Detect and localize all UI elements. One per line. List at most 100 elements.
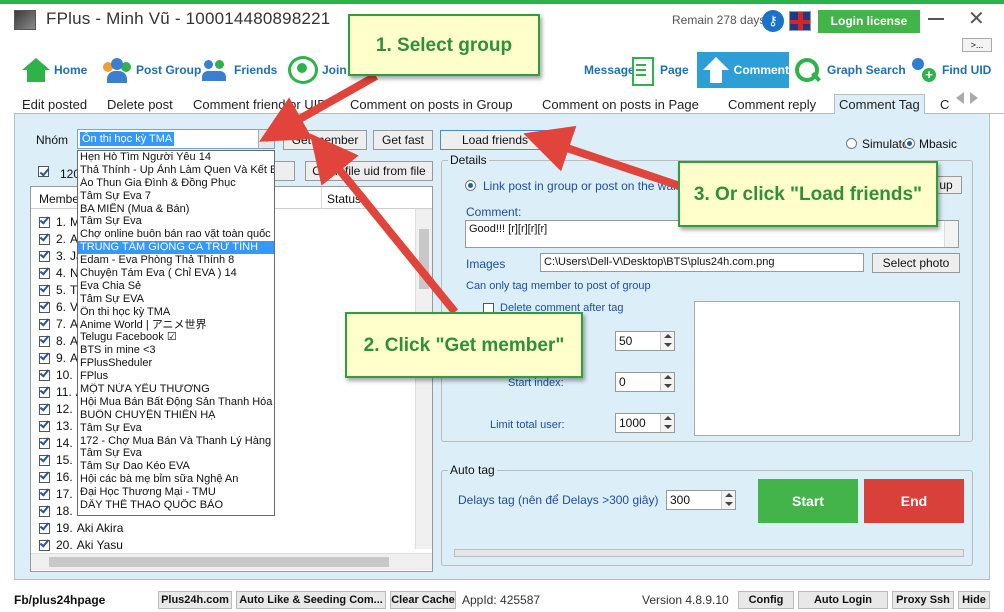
member-checkbox[interactable]: [39, 472, 50, 484]
tab-comment-friend[interactable]: Comment friend or UID: [193, 97, 345, 112]
config-button[interactable]: Config: [738, 591, 794, 609]
dropdown-option[interactable]: Hẹn Hò Tìm Người Yêu 14: [78, 151, 274, 164]
nav-comment[interactable]: Comment: [697, 52, 789, 88]
tab-delete-post[interactable]: Delete post: [107, 97, 173, 112]
member-checkbox[interactable]: [39, 319, 50, 331]
dropdown-option[interactable]: Tâm Sự EVA: [78, 293, 274, 306]
tab-right-icon[interactable]: [970, 92, 978, 104]
member-checkbox[interactable]: [39, 387, 50, 399]
tab-comment-page[interactable]: Comment on posts in Page: [542, 97, 699, 112]
stepper-arrows-icon[interactable]: [660, 332, 674, 350]
plus24h-button[interactable]: Plus24h.com: [158, 591, 232, 609]
login-license-button[interactable]: Login license: [818, 10, 920, 33]
dropdown-option[interactable]: Tâm Sự Eva: [78, 447, 274, 460]
end-button[interactable]: End: [864, 479, 964, 523]
dropdown-option[interactable]: Tâm Sự Eva: [78, 422, 274, 435]
fb-page-link[interactable]: Fb/plus24hpage: [14, 593, 105, 607]
count-stepper[interactable]: 50: [615, 331, 675, 351]
minimize-icon[interactable]: [928, 18, 944, 20]
auto-login-button[interactable]: Auto Login: [798, 591, 888, 609]
stepper-arrows-icon[interactable]: [660, 373, 674, 391]
load-friends-button[interactable]: Load friends: [440, 130, 550, 150]
limit-total-stepper[interactable]: 1000: [615, 413, 675, 433]
tab-scroll-arrows[interactable]: [956, 92, 990, 106]
comment-scrollbar[interactable]: [944, 221, 958, 247]
close-icon[interactable]: ✕: [968, 6, 985, 31]
select-photo-button[interactable]: Select photo: [872, 253, 960, 273]
group-select[interactable]: Ôn thi học kỳ TMA: [77, 129, 275, 149]
dropdown-option[interactable]: BA MIỀN (Mua & Bán): [78, 203, 274, 216]
delays-stepper[interactable]: 300: [666, 490, 736, 510]
member-vscroll[interactable]: [415, 209, 432, 549]
start-index-stepper[interactable]: 0: [615, 372, 675, 392]
member-checkbox[interactable]: [39, 404, 50, 416]
nav-message[interactable]: Message: [550, 52, 635, 88]
dropdown-option[interactable]: Thả Thính - Up Ảnh Làm Quen Và Kết Bạn: [78, 164, 274, 177]
nav-friends[interactable]: Friends: [200, 52, 277, 88]
dropdown-option[interactable]: Chợ online buôn bán rao vặt toàn quốc ♥: [78, 228, 274, 241]
member-checkbox[interactable]: [39, 285, 50, 297]
dropdown-option[interactable]: Hội Mua Bán Bất Động Sản Thanh Hóa: [78, 396, 274, 409]
tab-comment-tag[interactable]: Comment Tag: [834, 94, 925, 116]
member-hscroll[interactable]: [31, 553, 432, 570]
member-checkbox[interactable]: [39, 455, 50, 467]
member-row[interactable]: 19. Aki Akira: [39, 521, 123, 538]
stepper-arrows-icon[interactable]: [721, 491, 735, 509]
dropdown-option[interactable]: FPlusSheduler: [78, 357, 274, 370]
get-member-button[interactable]: Get member: [283, 130, 367, 150]
mbasic-radio[interactable]: [904, 138, 915, 149]
member-row[interactable]: 5. T: [39, 283, 77, 300]
stepper-arrows-icon[interactable]: [660, 414, 674, 432]
dropdown-option[interactable]: Áo Thun Gia Đình & Đồng Phục: [78, 177, 274, 190]
tag-output-box[interactable]: [694, 301, 960, 436]
tab-edit-posted[interactable]: Edit posted: [22, 97, 87, 112]
nav-find-uid[interactable]: Find UID: [908, 52, 991, 88]
language-flag-icon[interactable]: [789, 11, 811, 31]
tab-comment-group[interactable]: Comment on posts in Group: [350, 97, 513, 112]
member-row[interactable]: 4. N: [39, 266, 79, 283]
member-checkbox[interactable]: [39, 302, 50, 314]
nav-post-group[interactable]: Post Group: [102, 52, 201, 88]
member-row[interactable]: 9. A: [39, 351, 78, 368]
dropdown-option[interactable]: Tâm Sự Eva 7: [78, 190, 274, 203]
member-checkbox[interactable]: [39, 438, 50, 450]
dropdown-option[interactable]: 172 - Chợ Mua Bán Và Thanh Lý Hàng H: [78, 435, 274, 448]
member-checkbox[interactable]: [39, 523, 50, 535]
dropdown-option[interactable]: Chuyện Tám Eva ( Chỉ EVA ) 14: [78, 267, 274, 280]
hide-button[interactable]: Hide: [958, 591, 990, 609]
nav-home[interactable]: Home: [20, 52, 87, 88]
dropdown-option[interactable]: Hội các bà mẹ bỉm sữa Nghệ An: [78, 473, 274, 486]
dropdown-option[interactable]: Tâm Sự Eva: [78, 215, 274, 228]
link-post-radio[interactable]: [465, 180, 476, 191]
chevron-down-icon[interactable]: [258, 130, 274, 148]
images-path-input[interactable]: C:\Users\Dell-V\Desktop\BTS\plus24h.com.…: [540, 253, 864, 272]
hscroll-thumb[interactable]: [49, 557, 389, 567]
dropdown-option[interactable]: Tâm Sự Dao Kéo EVA: [78, 460, 274, 473]
dropdown-option[interactable]: TRUNG TÂM GIỌNG CA TRỮ TÌNH: [78, 241, 274, 255]
dropdown-option[interactable]: Ôn thi học kỳ TMA: [78, 306, 274, 319]
member-checkbox[interactable]: [39, 234, 50, 246]
member-row[interactable]: 8. A: [39, 334, 78, 351]
member-checkbox[interactable]: [39, 268, 50, 280]
select-all-checkbox[interactable]: [38, 166, 49, 177]
member-checkbox[interactable]: [39, 540, 50, 552]
member-checkbox[interactable]: [39, 217, 50, 229]
auto-like-button[interactable]: Auto Like & Seeding Com...: [236, 591, 386, 609]
nav-page[interactable]: Page: [626, 52, 689, 88]
more-button[interactable]: >...: [962, 38, 992, 52]
nav-join[interactable]: Join: [288, 52, 347, 88]
tab-comment-reply[interactable]: Comment reply: [728, 97, 816, 112]
member-checkbox[interactable]: [39, 370, 50, 382]
dropdown-option[interactable]: Edam - Eva Phòng Thả Thính 8: [78, 254, 274, 267]
proxy-ssh-button[interactable]: Proxy Ssh: [892, 591, 954, 609]
member-checkbox[interactable]: [39, 336, 50, 348]
col-status[interactable]: Status: [327, 192, 361, 206]
open-uid-file-button[interactable]: Open file uid from file: [305, 161, 433, 181]
simulator-radio[interactable]: [846, 138, 857, 149]
member-checkbox[interactable]: [39, 251, 50, 263]
dropdown-option[interactable]: Anime World | アニメ世界: [78, 319, 274, 332]
clear-cache-button[interactable]: Clear Cache: [390, 591, 456, 609]
dropdown-option[interactable]: Telugu Facebook ☑: [78, 331, 274, 344]
scroll-thumb[interactable]: [419, 229, 429, 289]
dropdown-option[interactable]: BTS in mine <3: [78, 344, 274, 357]
